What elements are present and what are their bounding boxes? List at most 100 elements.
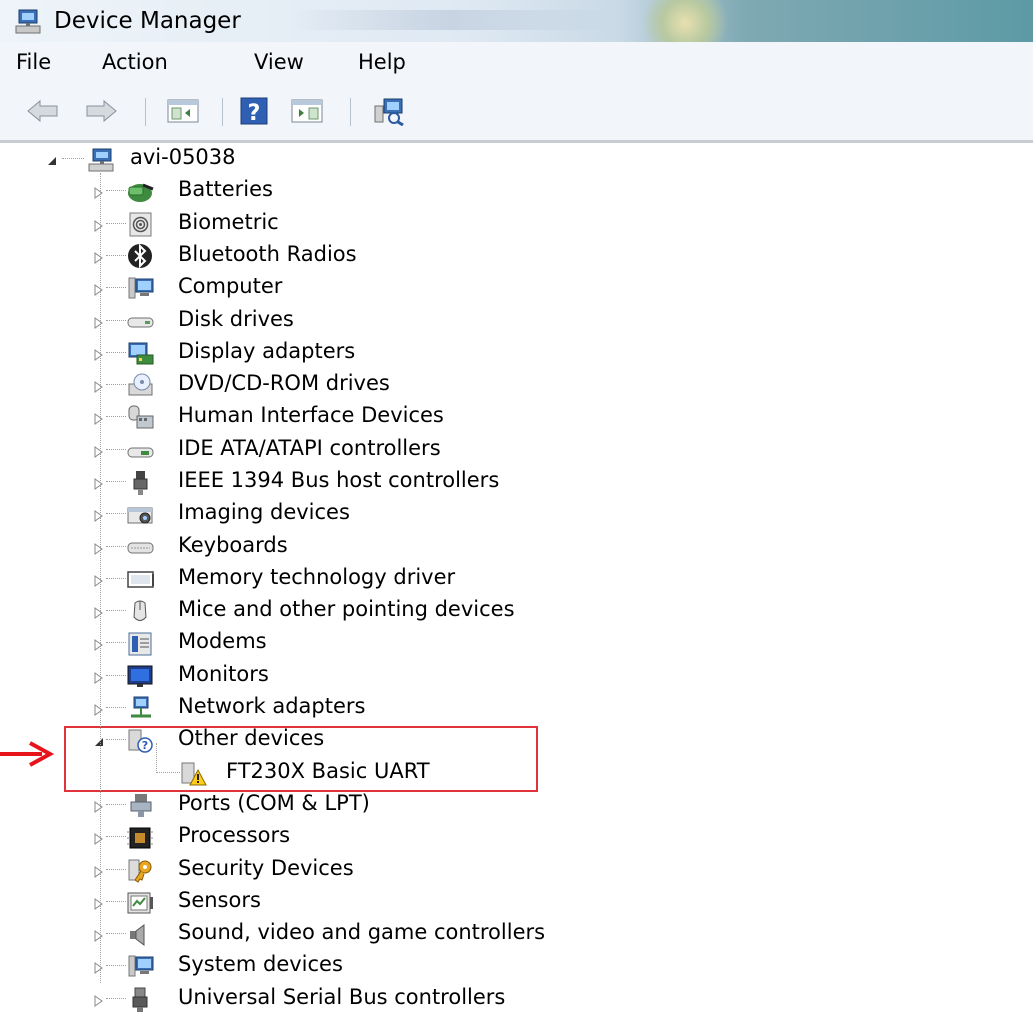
expand-triangle-icon[interactable] (93, 572, 105, 587)
expand-triangle-icon[interactable] (93, 346, 105, 361)
expand-triangle-icon[interactable] (93, 540, 105, 555)
tree-item-label: Human Interface Devices (178, 403, 444, 427)
tree-item-mice-and-other-pointing-devices[interactable]: Mice and other pointing devices (0, 595, 1033, 627)
tree-item-label: Keyboards (178, 533, 288, 557)
expand-triangle-icon[interactable] (93, 443, 105, 458)
tree-item-label: Monitors (178, 662, 269, 686)
tree-connector-line (106, 384, 126, 385)
tree-item-label: Sound, video and game controllers (178, 920, 546, 944)
tree-connector-line (106, 998, 126, 999)
tree-connector-line (106, 707, 126, 708)
back-icon[interactable] (26, 96, 60, 126)
tree-item-imaging-devices[interactable]: Imaging devices (0, 498, 1033, 530)
forward-icon[interactable] (84, 96, 118, 126)
tree-item-biometric[interactable]: Biometric (0, 208, 1033, 240)
port-icon (125, 791, 155, 819)
expand-triangle-icon[interactable] (93, 184, 105, 199)
expand-triangle-icon[interactable] (93, 475, 105, 490)
tree-item-display-adapters[interactable]: Display adapters (0, 337, 1033, 369)
tree-item-human-interface-devices[interactable]: Human Interface Devices (0, 401, 1033, 433)
tree-item-network-adapters[interactable]: Network adapters (0, 692, 1033, 724)
expand-triangle-icon[interactable] (93, 927, 105, 942)
expand-triangle-icon[interactable] (93, 314, 105, 329)
tree-item-universal-serial-bus-controllers[interactable]: Universal Serial Bus controllers (0, 983, 1033, 1015)
disk-drive-icon (125, 307, 155, 335)
tree-connector-line (106, 190, 126, 191)
tree-item-label: Universal Serial Bus controllers (178, 985, 506, 1009)
tree-connector-line (106, 836, 126, 837)
tree-item-ports-com-lpt[interactable]: Ports (COM & LPT) (0, 789, 1033, 821)
expand-triangle-icon[interactable] (93, 281, 105, 296)
keyboard-icon (125, 533, 155, 561)
expand-triangle-icon[interactable] (93, 636, 105, 651)
tree-connector-line (106, 804, 126, 805)
tree-connector-line (106, 546, 126, 547)
tree-item-system-devices[interactable]: System devices (0, 950, 1033, 982)
scan-hardware-changes-icon[interactable] (372, 96, 406, 126)
tree-connector-line (106, 416, 126, 417)
tree-connector-line (106, 513, 126, 514)
tree-connector-line (106, 449, 126, 450)
expand-triangle-icon[interactable] (93, 798, 105, 813)
toolbar-separator (350, 98, 351, 126)
title-bar-glow (640, 0, 730, 42)
tree-item-ieee-1394-bus-host-controllers[interactable]: IEEE 1394 Bus host controllers (0, 466, 1033, 498)
tree-item-computer[interactable]: Computer (0, 272, 1033, 304)
tree-item-memory-technology-driver[interactable]: Memory technology driver (0, 563, 1033, 595)
computer-icon (125, 274, 155, 302)
svg-text:?: ? (248, 101, 261, 126)
expand-triangle-icon[interactable] (93, 378, 105, 393)
tree-item-disk-drives[interactable]: Disk drives (0, 305, 1033, 337)
show-hide-console-tree-icon[interactable] (166, 96, 200, 126)
tree-item-sensors[interactable]: Sensors (0, 886, 1033, 918)
tree-item-keyboards[interactable]: Keyboards (0, 531, 1033, 563)
camera-icon (125, 500, 155, 528)
tree-connector-line (106, 352, 126, 353)
modem-icon (125, 629, 155, 657)
expand-triangle-icon[interactable] (93, 604, 105, 619)
tree-connector-line (106, 933, 126, 934)
tree-item-label: Disk drives (178, 307, 294, 331)
tree-item-label: Sensors (178, 888, 261, 912)
expand-triangle-icon[interactable] (93, 701, 105, 716)
tree-item-sound-video-and-game-controllers[interactable]: Sound, video and game controllers (0, 918, 1033, 950)
tree-item-ide-ata-atapi-controllers[interactable]: IDE ATA/ATAPI controllers (0, 434, 1033, 466)
expand-triangle-icon[interactable] (93, 217, 105, 232)
tree-item-processors[interactable]: Processors (0, 821, 1033, 853)
expand-triangle-icon[interactable] (93, 959, 105, 974)
tree-item-modems[interactable]: Modems (0, 627, 1033, 659)
tree-item-bluetooth-radios[interactable]: Bluetooth Radios (0, 240, 1033, 272)
processor-icon (125, 823, 155, 851)
expand-triangle-icon[interactable] (93, 895, 105, 910)
menu-action[interactable]: Action (98, 50, 172, 74)
tree-item-label: Memory technology driver (178, 565, 456, 589)
fingerprint-icon (125, 210, 155, 238)
menu-help[interactable]: Help (354, 50, 410, 74)
tree-connector-line (106, 675, 126, 676)
help-icon[interactable]: ? (238, 96, 272, 126)
menu-file[interactable]: File (12, 50, 55, 74)
tree-item-dvd-cd-rom-drives[interactable]: DVD/CD-ROM drives (0, 369, 1033, 401)
expand-triangle-icon[interactable] (93, 863, 105, 878)
show-hide-action-pane-icon[interactable] (290, 96, 324, 126)
expand-triangle-icon[interactable] (93, 410, 105, 425)
expand-triangle-icon[interactable] (93, 249, 105, 264)
system-devices-icon (125, 952, 155, 980)
tree-item-batteries[interactable]: Batteries (0, 175, 1033, 207)
toolbar: ? (0, 86, 1033, 140)
expand-triangle-icon[interactable] (93, 830, 105, 845)
menu-view[interactable]: View (250, 50, 308, 74)
expand-triangle-icon[interactable] (93, 507, 105, 522)
tree-root-computer[interactable]: avi-05038 (0, 143, 1033, 175)
battery-icon (125, 177, 155, 205)
collapse-triangle-icon[interactable] (46, 152, 58, 165)
tree-item-monitors[interactable]: Monitors (0, 660, 1033, 692)
tree-item-label: Bluetooth Radios (178, 242, 357, 266)
expand-triangle-icon[interactable] (93, 992, 105, 1007)
title-bar-background (290, 10, 610, 30)
network-adapter-icon (125, 694, 155, 722)
tree-item-security-devices[interactable]: Security Devices (0, 854, 1033, 886)
tree-connector-line (106, 578, 126, 579)
expand-triangle-icon[interactable] (93, 669, 105, 684)
tree-item-label: Biometric (178, 210, 279, 234)
